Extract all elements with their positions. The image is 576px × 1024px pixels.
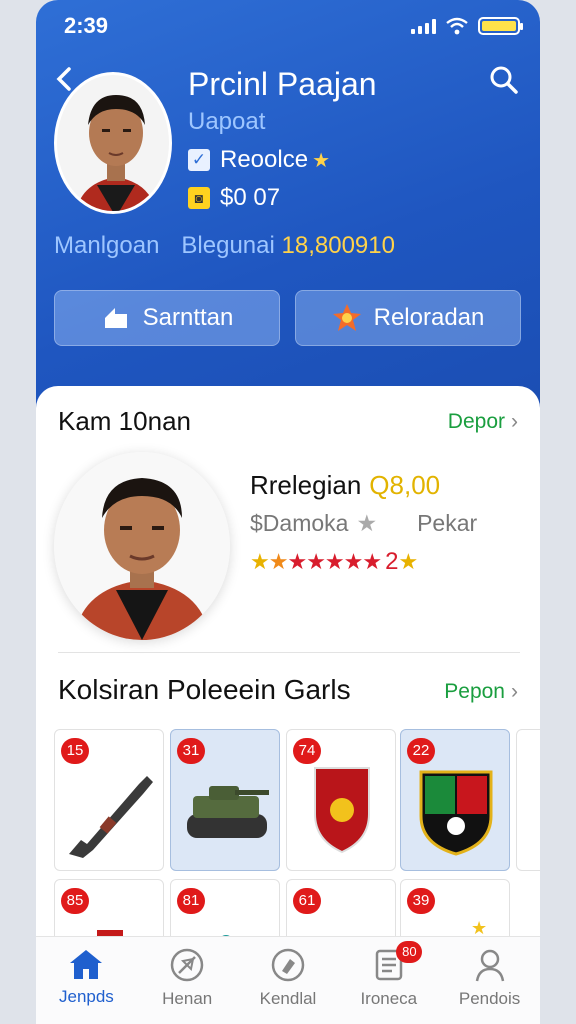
burst-icon — [332, 304, 361, 331]
notification-badge: 80 — [396, 941, 423, 963]
rifle-icon — [69, 776, 153, 858]
home-icon — [70, 950, 103, 979]
search-icon — [490, 66, 518, 94]
profile-subtitle: Uapoat — [188, 108, 266, 135]
nav-label: Kendlal — [259, 989, 317, 1008]
shield-crest-icon — [314, 767, 370, 854]
status-bar: 2:39 — [64, 10, 523, 42]
person-portrait-icon — [54, 452, 230, 640]
nav-item-pin[interactable]: Kendlal — [238, 937, 339, 1024]
nav-item-list[interactable]: 80 Ironeca — [338, 937, 439, 1024]
featured-price: Q8,00 — [369, 470, 441, 500]
nav-item-explore[interactable]: Henan — [137, 937, 238, 1024]
stat-label-1: Manlgoan — [54, 232, 160, 259]
featured-sub-right: Pekar — [417, 510, 478, 536]
featured-sub-row: $Damoka ★ Pekar — [250, 510, 477, 537]
role-row: ✓ Reoolce ★ — [188, 146, 330, 174]
collection-item[interactable]: 22 — [400, 729, 510, 871]
primary-action-button[interactable]: Sarnttan — [54, 290, 280, 346]
collection-item[interactable]: 31 — [170, 729, 280, 871]
featured-title: Kam 10nan — [58, 406, 191, 436]
collection-item[interactable]: 15 — [54, 729, 164, 871]
share-icon — [104, 308, 127, 328]
featured-sub: $Damoka — [250, 510, 349, 536]
stats-row: Manlgoan Blegunai 18,800910 — [54, 232, 395, 260]
balance-value: $0 07 — [220, 184, 281, 211]
nav-item-profile[interactable]: Pendois — [439, 937, 540, 1024]
nav-label: Henan — [162, 989, 213, 1008]
featured-name: Rrelegian — [250, 470, 362, 500]
person-portrait-icon — [57, 75, 169, 211]
secondary-action-label: Reloradan — [373, 304, 485, 331]
compass-icon — [170, 948, 204, 982]
wifi-icon — [446, 17, 468, 35]
nav-label: Jenpds — [58, 987, 114, 1006]
star-icon: ★ — [356, 510, 378, 536]
profile-icon — [475, 949, 504, 982]
search-button[interactable] — [488, 64, 520, 101]
featured-link[interactable]: Depor › — [448, 410, 518, 434]
stat-label-2: Blegunai — [181, 232, 275, 259]
stat-value: 18,800910 — [281, 232, 395, 259]
secondary-action-button[interactable]: Reloradan — [295, 290, 521, 346]
featured-name-row: Rrelegian Q8,00 — [250, 470, 440, 501]
content-card: Kam 10nan Depor › Rrelegian Q8,00 $Damoka ★… — [36, 386, 540, 1021]
star-icon: ★ — [312, 149, 330, 172]
profile-name: Prcinl Paajan — [188, 66, 377, 102]
app-screen: 2:39 Prcinl Paajan Uapoat ✓ Reoolce ★ ◙ … — [36, 0, 540, 1024]
primary-action-label: Sarnttan — [142, 304, 234, 331]
role-label: Reoolce — [220, 146, 309, 173]
chevron-right-icon: › — [511, 680, 518, 703]
team-badge-icon — [419, 770, 493, 856]
signal-icon — [411, 18, 436, 34]
chevron-left-icon — [56, 67, 71, 91]
status-icons — [411, 17, 523, 35]
rating-stars: ★★★★★★★ 2★ — [250, 548, 418, 575]
collection-item[interactable]: 74 — [286, 729, 396, 871]
balance-row: ◙ $0 07 — [188, 184, 280, 212]
nav-label: Pendois — [458, 989, 521, 1008]
collection-title: Kolsiran Poleeein Garls — [58, 674, 351, 705]
bottom-nav: Jenpds Henan Kendlal 80 Ironeca Pendois — [36, 936, 540, 1024]
avatar[interactable] — [54, 72, 172, 214]
chevron-right-icon: › — [511, 410, 518, 433]
wallet-icon: ◙ — [188, 187, 210, 209]
status-time: 2:39 — [64, 13, 109, 38]
nav-label: Ironeca — [360, 989, 418, 1008]
tank-icon — [187, 786, 269, 838]
featured-link-label: Depor — [447, 410, 505, 433]
collection-link-label: Pepon — [444, 680, 505, 703]
rating-count: 2 — [385, 548, 399, 575]
collection-link[interactable]: Pepon › — [444, 680, 518, 704]
collection-item[interactable] — [516, 729, 540, 871]
featured-avatar[interactable] — [54, 452, 230, 640]
pin-icon — [271, 948, 305, 982]
battery-icon — [478, 17, 523, 35]
check-icon: ✓ — [188, 149, 210, 171]
divider — [58, 652, 520, 653]
nav-item-home[interactable]: Jenpds — [36, 937, 137, 1024]
